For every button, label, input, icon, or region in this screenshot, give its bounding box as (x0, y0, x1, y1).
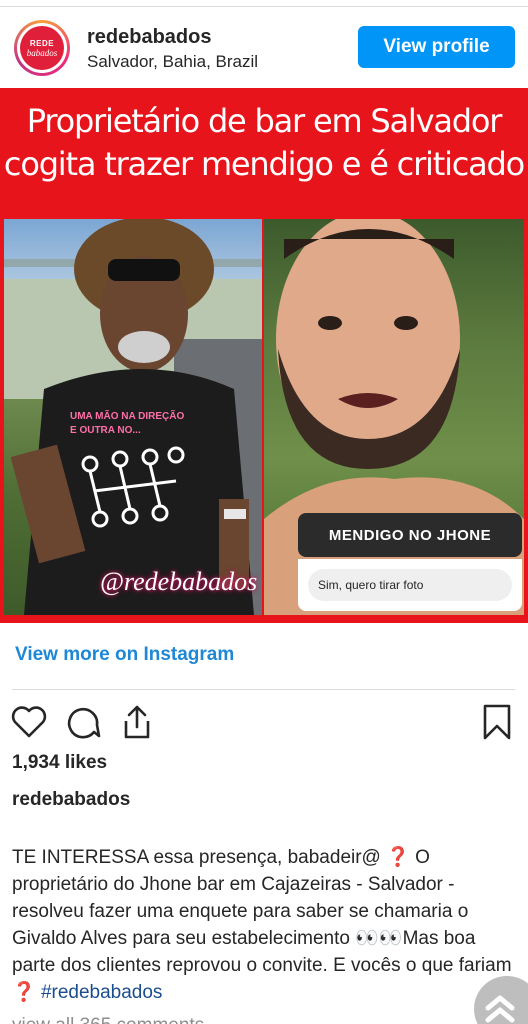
post-header: REDE babados redebabados Salvador, Bahia… (0, 14, 528, 84)
caption-hashtag[interactable]: #redebabados (41, 982, 163, 1003)
view-comments-link[interactable]: view all 365 comments (12, 1015, 204, 1024)
avatar[interactable]: REDE babados (14, 20, 70, 76)
poll-sticker-option: Sim, quero tirar foto (308, 569, 512, 601)
header-location[interactable]: Salvador, Bahia, Brazil (87, 52, 258, 72)
avatar-logo-text-1: REDE (29, 38, 55, 48)
view-more-link[interactable]: View more on Instagram (15, 644, 234, 666)
caption-username[interactable]: redebabados (12, 789, 130, 811)
avatar-logo-text-2: babados (26, 47, 58, 58)
header-username[interactable]: redebabados (87, 26, 211, 49)
avatar-logo: REDE babados (20, 26, 64, 70)
headline-line-1: Proprietário de bar em Salvador (26, 102, 503, 140)
view-profile-button[interactable]: View profile (358, 26, 515, 68)
post-headline: Proprietário de bar em Salvador cogita t… (0, 100, 528, 186)
watermark-handle: @redebabados (100, 567, 258, 596)
caption-text: TE INTERESSA essa presença, babadeir@ ❓ … (12, 847, 512, 1003)
post-caption: TE INTERESSA essa presença, babadeir@ ❓ … (12, 844, 518, 1006)
poll-sticker-option-box: Sim, quero tirar foto (298, 559, 522, 611)
photo-left-illustration: UMA MÃO NA DIREÇÃO E OUTRA NO... (4, 219, 262, 615)
poll-sticker-title: MENDIGO NO JHONE (298, 513, 522, 557)
actions-divider (12, 689, 515, 690)
post-image[interactable]: Proprietário de bar em Salvador cogita t… (0, 88, 528, 623)
top-divider (0, 6, 528, 7)
headline-line-2: cogita trazer mendigo e é criticado (3, 145, 525, 183)
scroll-to-top-button[interactable] (474, 976, 528, 1024)
bookmark-icon[interactable] (478, 703, 516, 741)
photo-left-man-sunglasses: UMA MÃO NA DIREÇÃO E OUTRA NO... (4, 219, 262, 615)
shirt-text-2: E OUTRA NO... (70, 425, 141, 436)
comment-icon[interactable] (64, 703, 102, 741)
double-chevron-up-icon (485, 995, 515, 1023)
likes-count[interactable]: 1,934 likes (12, 752, 107, 774)
heart-icon[interactable] (10, 703, 48, 741)
share-icon[interactable] (118, 703, 156, 741)
shirt-text-1: UMA MÃO NA DIREÇÃO (70, 409, 184, 422)
